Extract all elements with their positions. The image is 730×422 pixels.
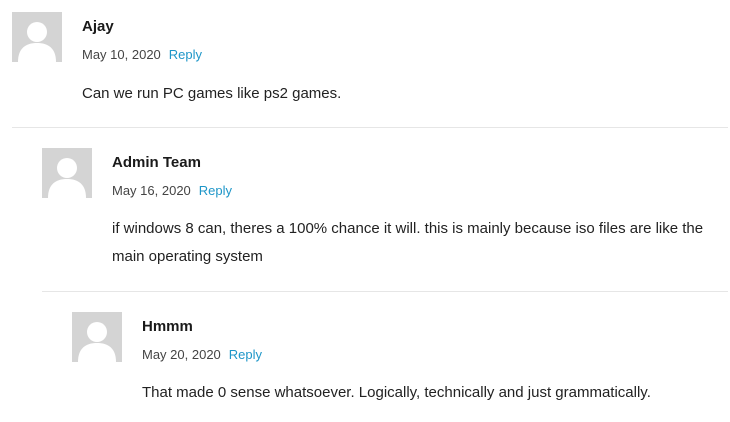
comment-date: May 16, 2020: [112, 183, 191, 198]
user-avatar-icon: [42, 148, 92, 198]
comment-text: if windows 8 can, theres a 100% chance i…: [112, 220, 704, 265]
comment-author: Ajay: [82, 18, 114, 35]
comment-item: Ajay May 10, 2020 Reply Can we run PC gam…: [12, 12, 728, 122]
comment-item: Admin Team May 16, 2020 Reply if windows …: [42, 148, 728, 278]
comment-text: That made 0 sense whatsoever. Logically,…: [142, 384, 651, 401]
reply-link[interactable]: Reply: [229, 347, 262, 362]
comment-item: Hmmm May 20, 2020 Reply That made 0 sense…: [72, 312, 728, 412]
comment-divider: [42, 291, 728, 292]
user-avatar-icon: [72, 312, 122, 362]
comment-meta: May 16, 2020 Reply: [112, 183, 232, 198]
reply-link[interactable]: Reply: [169, 47, 202, 62]
comment-meta: May 20, 2020 Reply: [142, 347, 262, 362]
comment-meta: May 10, 2020 Reply: [82, 47, 202, 62]
user-avatar-icon: [12, 12, 62, 62]
comment-divider: [12, 127, 728, 128]
comment-date: May 20, 2020: [142, 347, 221, 362]
comment-date: May 10, 2020: [82, 47, 161, 62]
comment-text: Can we run PC games like ps2 games.: [82, 85, 342, 102]
reply-link[interactable]: Reply: [199, 183, 232, 198]
comment-author: Hmmm: [142, 318, 193, 335]
comment-author: Admin Team: [112, 154, 201, 171]
